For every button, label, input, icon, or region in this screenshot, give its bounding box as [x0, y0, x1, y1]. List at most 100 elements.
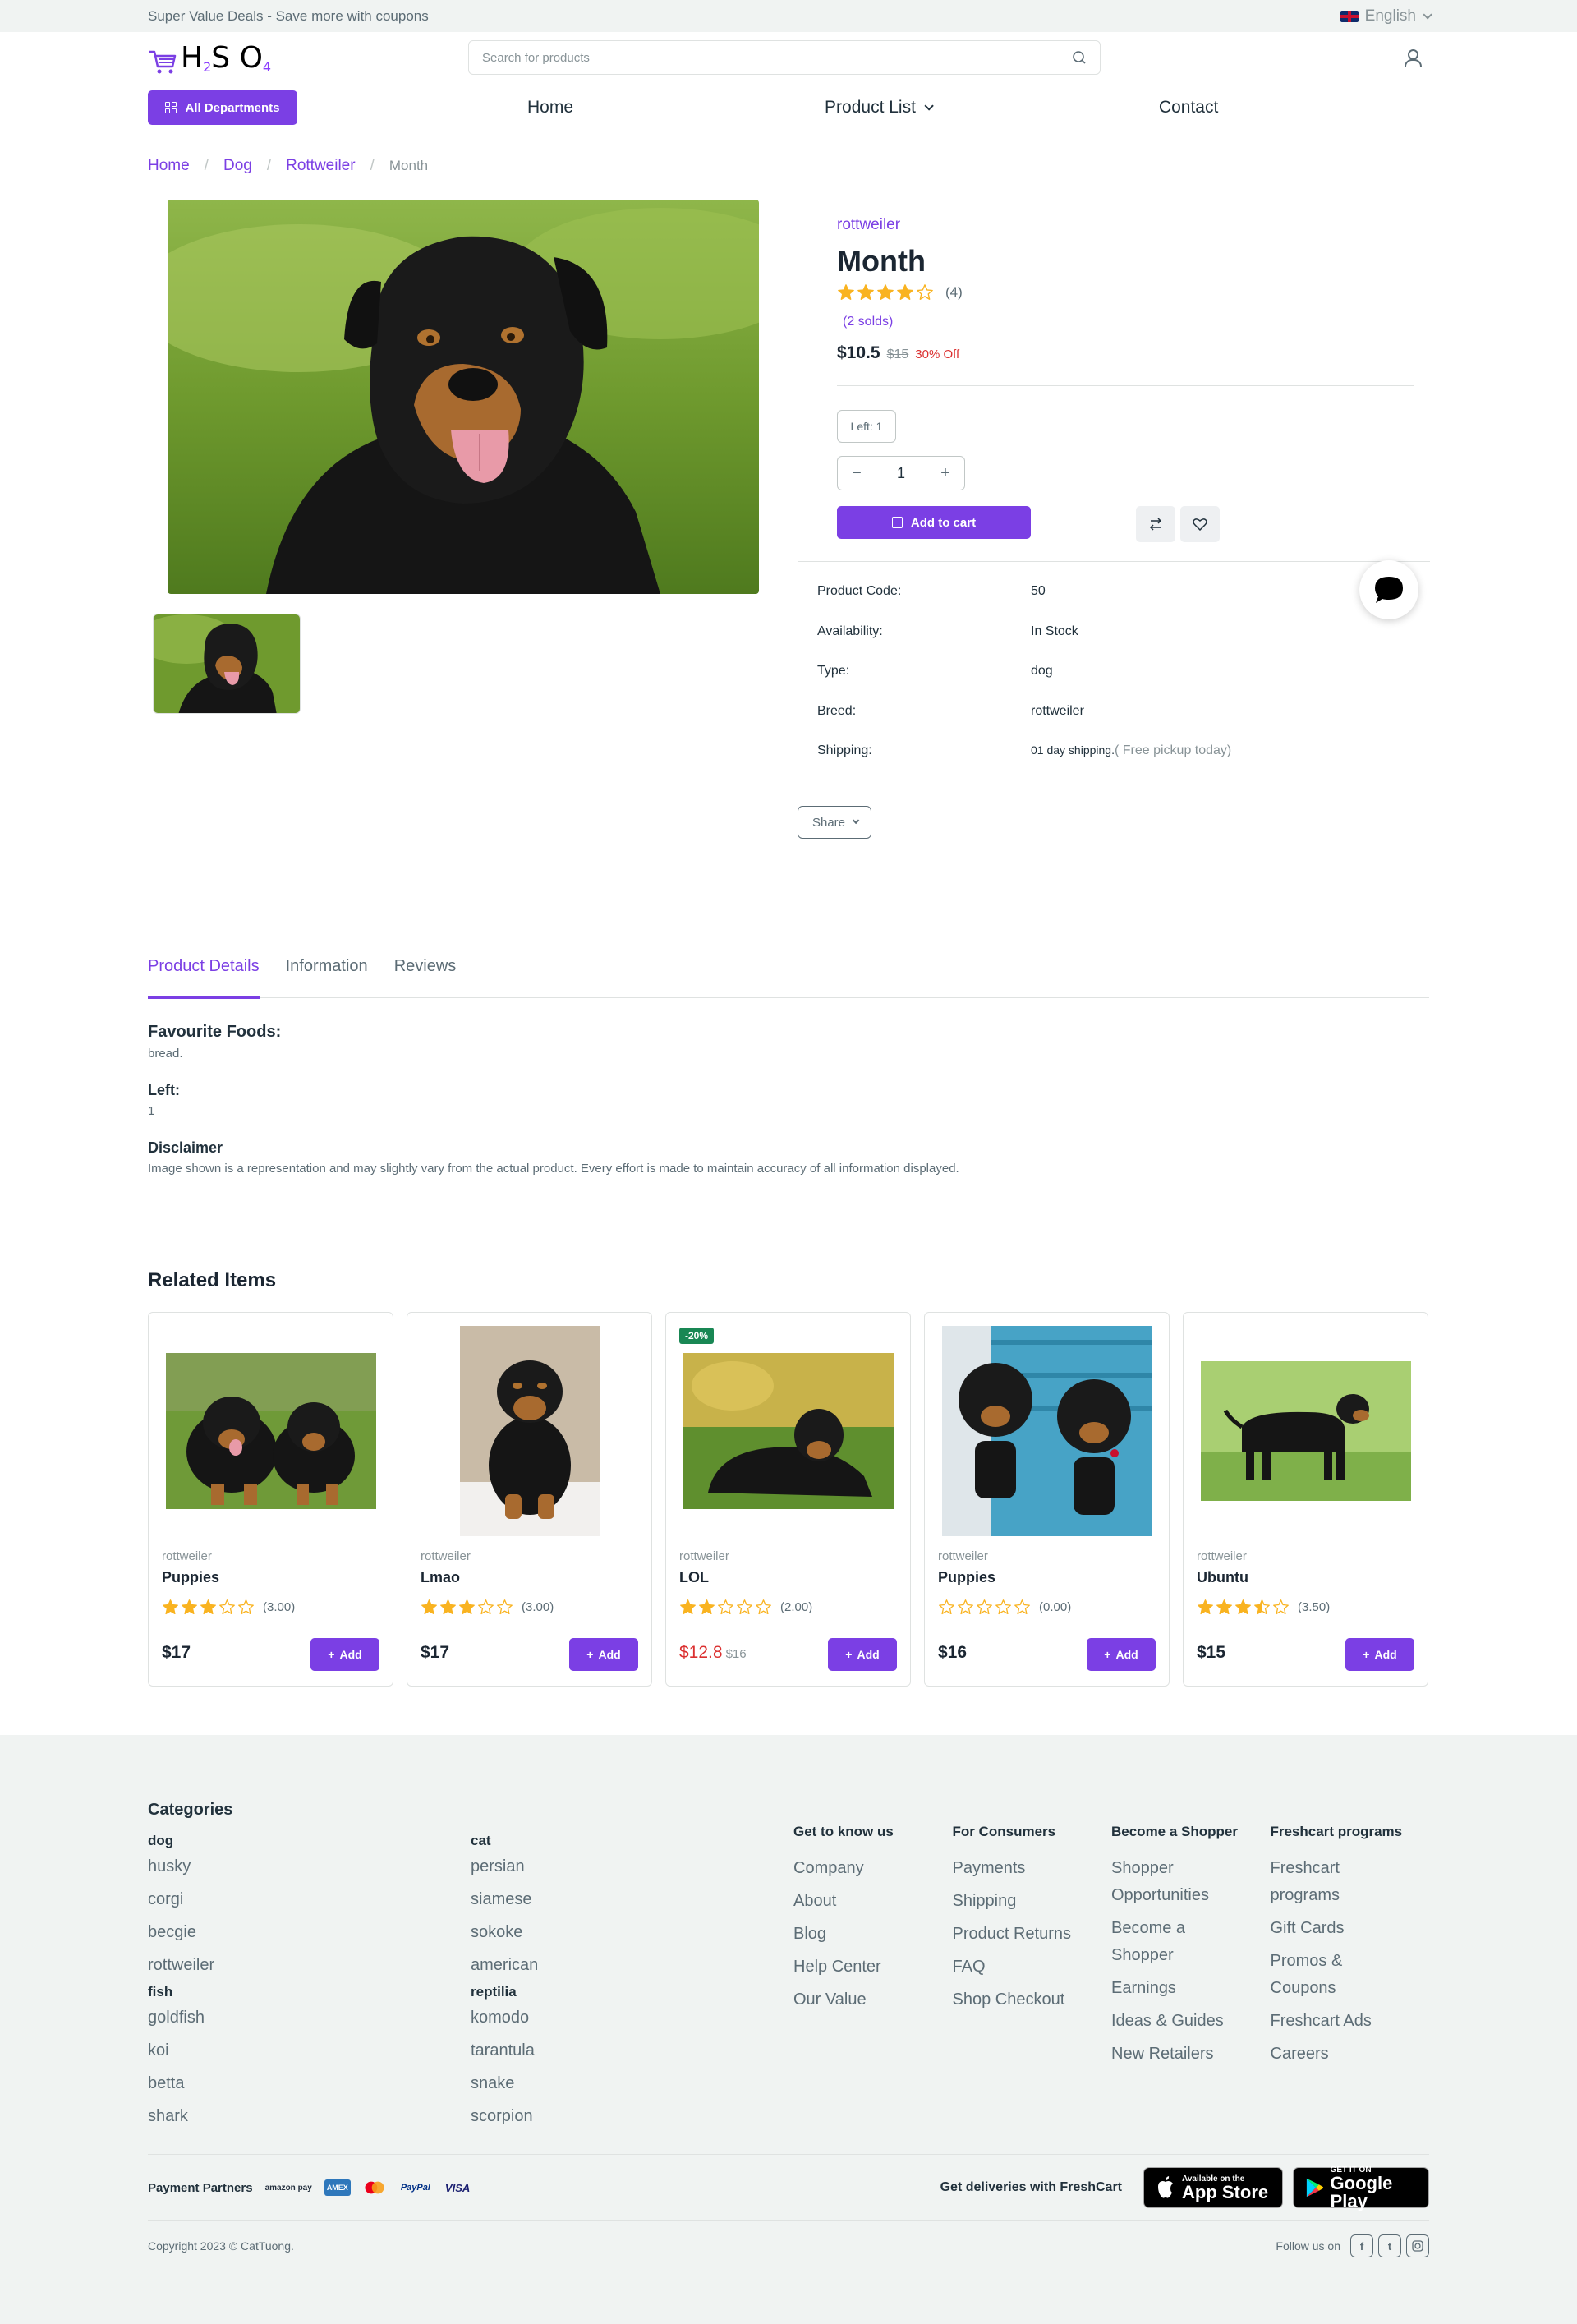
footer-link[interactable]: Help Center	[793, 1954, 933, 1981]
footer-link[interactable]: Freshcart Ads	[1271, 2008, 1410, 2035]
footer-link[interactable]: Gift Cards	[1271, 1915, 1410, 1942]
category-link[interactable]: husky	[148, 1857, 471, 1890]
breadcrumb-rottweiler[interactable]: Rottweiler	[286, 157, 355, 175]
compare-button[interactable]	[1136, 506, 1175, 542]
footer-link[interactable]: Company	[793, 1855, 933, 1882]
footer-link[interactable]: Careers	[1271, 2041, 1410, 2068]
category-link[interactable]: siamese	[471, 1890, 793, 1923]
chat-widget-button[interactable]	[1359, 560, 1418, 619]
footer-link[interactable]: New Retailers	[1111, 2041, 1251, 2068]
quantity-decrease-button[interactable]: −	[837, 456, 876, 490]
user-icon[interactable]	[1403, 48, 1422, 67]
product-brand-link[interactable]: rottweiler	[837, 216, 900, 234]
product-card-name[interactable]: LOL	[679, 1569, 709, 1586]
footer-link[interactable]: Product Returns	[953, 1921, 1092, 1948]
instagram-icon[interactable]	[1406, 2234, 1429, 2257]
add-to-cart-button[interactable]: Add to cart	[837, 506, 1031, 539]
wishlist-button[interactable]	[1180, 506, 1220, 542]
category-link[interactable]: koi	[148, 2041, 471, 2074]
footer-link[interactable]: Our Value	[793, 1986, 933, 2013]
product-card-image[interactable]	[421, 1326, 639, 1536]
tab-product-details[interactable]: Product Details	[148, 950, 260, 999]
product-card[interactable]: -20% rottweiler LOL (2.00) $12.8 $16 + Add	[665, 1312, 911, 1687]
product-card-image[interactable]	[162, 1326, 380, 1536]
twitter-icon[interactable]: t	[1378, 2234, 1401, 2257]
category-group-cat[interactable]: cat	[471, 1833, 793, 1849]
product-card[interactable]: rottweiler Ubuntu (3.50) $15 + Add	[1183, 1312, 1428, 1687]
nav-product-list[interactable]: Product List	[825, 98, 934, 117]
product-card-image[interactable]	[938, 1326, 1156, 1536]
footer-link[interactable]: Shopper Opportunities	[1111, 1855, 1251, 1909]
sale-price: $12.8	[679, 1643, 723, 1662]
footer-link[interactable]: Payments	[953, 1855, 1092, 1882]
add-button[interactable]: + Add	[310, 1638, 379, 1671]
add-button[interactable]: + Add	[569, 1638, 638, 1671]
footer-link[interactable]: Shop Checkout	[953, 1986, 1092, 2013]
language-selector[interactable]: English	[1340, 7, 1432, 25]
footer-link[interactable]: Freshcart programs	[1271, 1855, 1410, 1909]
category-link[interactable]: becgie	[148, 1923, 471, 1956]
category-link[interactable]: american	[471, 1956, 793, 1984]
facebook-icon[interactable]: f	[1350, 2234, 1373, 2257]
quantity-input[interactable]: 1	[876, 456, 926, 490]
breadcrumb-dog[interactable]: Dog	[223, 157, 252, 175]
footer-link[interactable]: Earnings	[1111, 1975, 1251, 2002]
category-link[interactable]: rottweiler	[148, 1956, 471, 1984]
product-card-name[interactable]: Puppies	[162, 1569, 219, 1586]
add-button[interactable]: + Add	[1345, 1638, 1414, 1671]
footer-link[interactable]: FAQ	[953, 1954, 1092, 1981]
footer-link[interactable]: Ideas & Guides	[1111, 2008, 1251, 2035]
breadcrumb-separator: /	[204, 157, 209, 174]
all-departments-button[interactable]: All Departments	[148, 90, 297, 125]
breadcrumb-home[interactable]: Home	[148, 157, 190, 175]
nav-contact[interactable]: Contact	[1159, 98, 1218, 117]
product-card-name[interactable]: Ubuntu	[1197, 1569, 1248, 1586]
star-empty-icon	[737, 1599, 752, 1615]
category-link[interactable]: sokoke	[471, 1923, 793, 1956]
nav-product-list-label: Product List	[825, 98, 916, 117]
product-card-name[interactable]: Lmao	[421, 1569, 460, 1586]
category-link[interactable]: snake	[471, 2074, 793, 2107]
google-play-button[interactable]: GET IT ON Google Play	[1293, 2165, 1429, 2210]
footer-link[interactable]: Blog	[793, 1921, 933, 1948]
tab-information[interactable]: Information	[286, 950, 368, 998]
category-group-reptilia[interactable]: reptilia	[471, 1984, 793, 2000]
category-link[interactable]: betta	[148, 2074, 471, 2107]
quantity-increase-button[interactable]: +	[926, 456, 965, 490]
product-thumbnail[interactable]	[153, 614, 301, 714]
product-card[interactable]: rottweiler Puppies (3.00) $17 + Add	[148, 1312, 393, 1687]
share-button[interactable]: Share	[798, 806, 871, 839]
product-card-image[interactable]	[679, 1326, 898, 1536]
footer-link[interactable]: Shipping	[953, 1888, 1092, 1915]
spec-key: Availability:	[817, 624, 883, 638]
category-link[interactable]: goldfish	[148, 2009, 471, 2041]
search-input[interactable]: Search for products	[468, 40, 1101, 75]
search-icon[interactable]	[1072, 50, 1087, 65]
footer-link[interactable]: Promos & Coupons	[1271, 1948, 1410, 2002]
product-card-name[interactable]: Puppies	[938, 1569, 995, 1586]
category-link[interactable]: komodo	[471, 2009, 793, 2041]
category-link[interactable]: scorpion	[471, 2107, 793, 2140]
category-link[interactable]: tarantula	[471, 2041, 793, 2074]
product-card-image[interactable]	[1197, 1326, 1415, 1536]
tab-reviews[interactable]: Reviews	[394, 950, 457, 998]
category-group-fish[interactable]: fish	[148, 1984, 471, 2000]
promo-text: Super Value Deals - Save more with coupo…	[148, 7, 429, 24]
footer-link[interactable]: About	[793, 1888, 933, 1915]
category-group-dog[interactable]: dog	[148, 1833, 471, 1849]
logo-h: H	[181, 40, 204, 75]
cart-logo-icon	[149, 50, 177, 73]
category-link[interactable]: shark	[148, 2107, 471, 2140]
category-link[interactable]: persian	[471, 1857, 793, 1890]
add-button[interactable]: + Add	[1087, 1638, 1156, 1671]
product-card[interactable]: rottweiler Puppies (0.00) $16 + Add	[924, 1312, 1170, 1687]
add-button[interactable]: + Add	[828, 1638, 897, 1671]
nav-home[interactable]: Home	[527, 98, 573, 117]
product-card[interactable]: rottweiler Lmao (3.00) $17 + Add	[407, 1312, 652, 1687]
category-link[interactable]: corgi	[148, 1890, 471, 1923]
logo[interactable]: H2S O4	[148, 41, 468, 75]
app-store-button[interactable]: Available on the App Store	[1143, 2167, 1283, 2208]
footer-link[interactable]: Become a Shopper	[1111, 1915, 1251, 1969]
footer-column-title: Freshcart programs	[1270, 1824, 1403, 1839]
product-main-image[interactable]	[168, 200, 759, 594]
